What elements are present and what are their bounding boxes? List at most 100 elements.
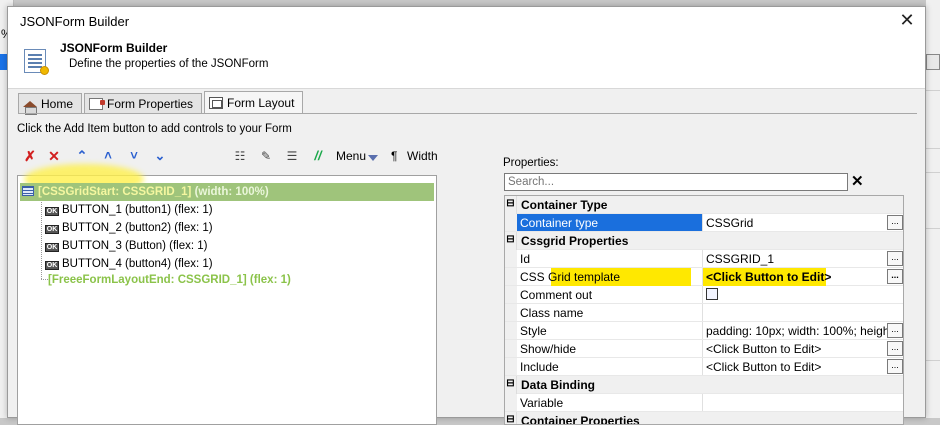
list-icon[interactable]: ☰ bbox=[283, 147, 301, 165]
button-control-icon: OK bbox=[45, 207, 59, 216]
tree-node-label: BUTTON_1 (button1) (flex: 1) bbox=[62, 204, 213, 216]
property-name: Container type bbox=[517, 214, 703, 231]
delete-all-icon[interactable]: ✗ bbox=[21, 147, 39, 165]
tree-root-name: [CSSGridStart: CSSGRID_1] bbox=[38, 186, 192, 198]
properties-label: Properties: bbox=[503, 157, 559, 169]
property-name: Style bbox=[517, 322, 703, 339]
tab-form-layout[interactable]: Form Layout bbox=[204, 91, 304, 113]
tree-end-node[interactable]: [FreeeFormLayoutEnd: CSSGRID_1] (flex: 1… bbox=[48, 271, 291, 289]
tree-node-button-2[interactable]: OK BUTTON_2 (button2) (flex: 1) bbox=[45, 219, 213, 237]
width-button[interactable]: Width bbox=[407, 149, 438, 163]
clear-search-icon[interactable]: ✕ bbox=[851, 174, 864, 190]
background-field bbox=[926, 54, 940, 70]
ellipsis-button[interactable]: ... bbox=[887, 215, 903, 230]
layout-tree[interactable]: [CSSGridStart: CSSGRID_1] (width: 100%) … bbox=[17, 164, 437, 425]
property-value[interactable] bbox=[703, 304, 903, 321]
delete-icon[interactable]: ✕ bbox=[45, 147, 63, 165]
tab-label: Form Properties bbox=[107, 96, 194, 111]
ellipsis-button[interactable]: ... bbox=[887, 359, 903, 374]
menu-button[interactable]: Menu bbox=[336, 149, 366, 163]
ellipsis-button[interactable]: ... bbox=[887, 323, 903, 338]
tab-home[interactable]: Home bbox=[18, 93, 83, 115]
button-control-icon: OK bbox=[45, 243, 59, 252]
jsonform-builder-dialog: JSONForm Builder ✕ JSONForm Builder Defi… bbox=[7, 6, 926, 425]
property-name: Include bbox=[517, 358, 703, 375]
form-properties-icon bbox=[89, 97, 106, 110]
comment-out-checkbox[interactable] bbox=[706, 288, 718, 300]
property-name: Class name bbox=[517, 304, 703, 321]
tree-connector bbox=[41, 279, 48, 280]
background-line bbox=[926, 90, 940, 91]
tree-node-button-1[interactable]: OK BUTTON_1 (button1) (flex: 1) bbox=[45, 201, 213, 219]
property-value[interactable]: <Click Button to Edit>... bbox=[703, 340, 903, 357]
property-value[interactable]: CSSGRID_1... bbox=[703, 250, 903, 267]
property-value[interactable] bbox=[703, 286, 903, 303]
ellipsis-button[interactable]: ... bbox=[887, 251, 903, 266]
button-control-icon: OK bbox=[45, 261, 59, 270]
tree-node-label: BUTTON_2 (button2) (flex: 1) bbox=[62, 222, 213, 234]
category-data-binding[interactable]: ⊟ Data Binding bbox=[505, 376, 903, 394]
edit-icon[interactable]: ✎ bbox=[257, 147, 275, 165]
close-button[interactable]: ✕ bbox=[898, 11, 916, 30]
tree-node-button-3[interactable]: OK BUTTON_3 (Button) (flex: 1) bbox=[45, 237, 208, 255]
background-app-right bbox=[926, 0, 940, 418]
ellipsis-button[interactable]: ... bbox=[887, 269, 903, 284]
button-control-icon: OK bbox=[45, 225, 59, 234]
add-item-icon[interactable]: ☷ bbox=[231, 147, 249, 165]
property-row-css-grid-template[interactable]: CSS Grid template <Click Button to Edit>… bbox=[505, 268, 903, 286]
move-up-icon[interactable]: ˄ bbox=[99, 147, 117, 165]
property-name: Id bbox=[517, 250, 703, 267]
move-down-icon[interactable]: ˅ bbox=[125, 147, 143, 165]
ellipsis-button[interactable]: ... bbox=[887, 341, 903, 356]
move-bottom-icon[interactable]: ⌄ bbox=[151, 147, 169, 165]
property-row-variable[interactable]: Variable bbox=[505, 394, 903, 412]
tree-node-label: BUTTON_3 (Button) (flex: 1) bbox=[62, 240, 208, 252]
dialog-header: JSONForm Builder Define the properties o… bbox=[8, 35, 925, 89]
category-cssgrid-properties[interactable]: ⊟ Cssgrid Properties bbox=[505, 232, 903, 250]
collapse-icon[interactable]: ⊟ bbox=[505, 376, 517, 394]
tree-connector bbox=[41, 202, 42, 279]
header-title: JSONForm Builder bbox=[60, 41, 168, 55]
property-name: CSS Grid template bbox=[517, 268, 703, 285]
home-icon bbox=[23, 98, 37, 115]
property-row-container-type[interactable]: Container type CSSGrid... bbox=[505, 214, 903, 232]
collapse-icon[interactable]: ⊟ bbox=[505, 412, 517, 424]
property-name: Show/hide bbox=[517, 340, 703, 357]
tab-divider bbox=[18, 113, 917, 114]
tree-root-node[interactable]: [CSSGridStart: CSSGRID_1] (width: 100%) bbox=[20, 183, 434, 201]
form-builder-icon bbox=[24, 49, 49, 75]
menu-dropdown-icon[interactable] bbox=[367, 148, 379, 166]
tab-strip: Home Form Properties Form Layout bbox=[18, 91, 305, 115]
property-value[interactable]: padding: 10px; width: 100%; height:... bbox=[703, 322, 903, 339]
dialog-title: JSONForm Builder bbox=[20, 13, 130, 29]
background-line bbox=[926, 228, 940, 229]
property-value[interactable]: <Click Button to Edit>... bbox=[703, 358, 903, 375]
category-container-properties[interactable]: ⊟ Container Properties bbox=[505, 412, 903, 424]
properties-search-input[interactable] bbox=[504, 173, 848, 191]
dialog-titlebar: JSONForm Builder bbox=[8, 7, 925, 35]
header-subtitle: Define the properties of the JSONForm bbox=[69, 58, 269, 70]
property-value[interactable] bbox=[703, 394, 903, 411]
collapse-icon[interactable]: ⊟ bbox=[505, 232, 517, 250]
property-value[interactable]: <Click Button to Edit>... bbox=[703, 268, 903, 285]
grid-icon bbox=[22, 186, 34, 196]
property-row-class-name[interactable]: Class name bbox=[505, 304, 903, 322]
background-line bbox=[926, 172, 940, 173]
pilcrow-icon[interactable]: ¶ bbox=[391, 149, 397, 163]
property-row-include[interactable]: Include <Click Button to Edit>... bbox=[505, 358, 903, 376]
tab-label: Home bbox=[41, 96, 74, 111]
background-line bbox=[926, 360, 940, 361]
move-top-icon[interactable]: ⌃ bbox=[73, 147, 91, 165]
collapse-icon[interactable]: ⊟ bbox=[505, 196, 517, 214]
property-row-id[interactable]: Id CSSGRID_1... bbox=[505, 250, 903, 268]
tab-form-properties[interactable]: Form Properties bbox=[84, 93, 203, 113]
comment-icon[interactable]: // bbox=[309, 147, 327, 165]
property-row-show-hide[interactable]: Show/hide <Click Button to Edit>... bbox=[505, 340, 903, 358]
property-value[interactable]: CSSGrid... bbox=[703, 214, 903, 231]
category-container-type[interactable]: ⊟ Container Type bbox=[505, 196, 903, 214]
property-name: Variable bbox=[517, 394, 703, 411]
property-row-comment-out[interactable]: Comment out bbox=[505, 286, 903, 304]
instruction-text: Click the Add Item button to add control… bbox=[17, 123, 292, 135]
form-layout-icon bbox=[209, 96, 224, 109]
property-row-style[interactable]: Style padding: 10px; width: 100%; height… bbox=[505, 322, 903, 340]
